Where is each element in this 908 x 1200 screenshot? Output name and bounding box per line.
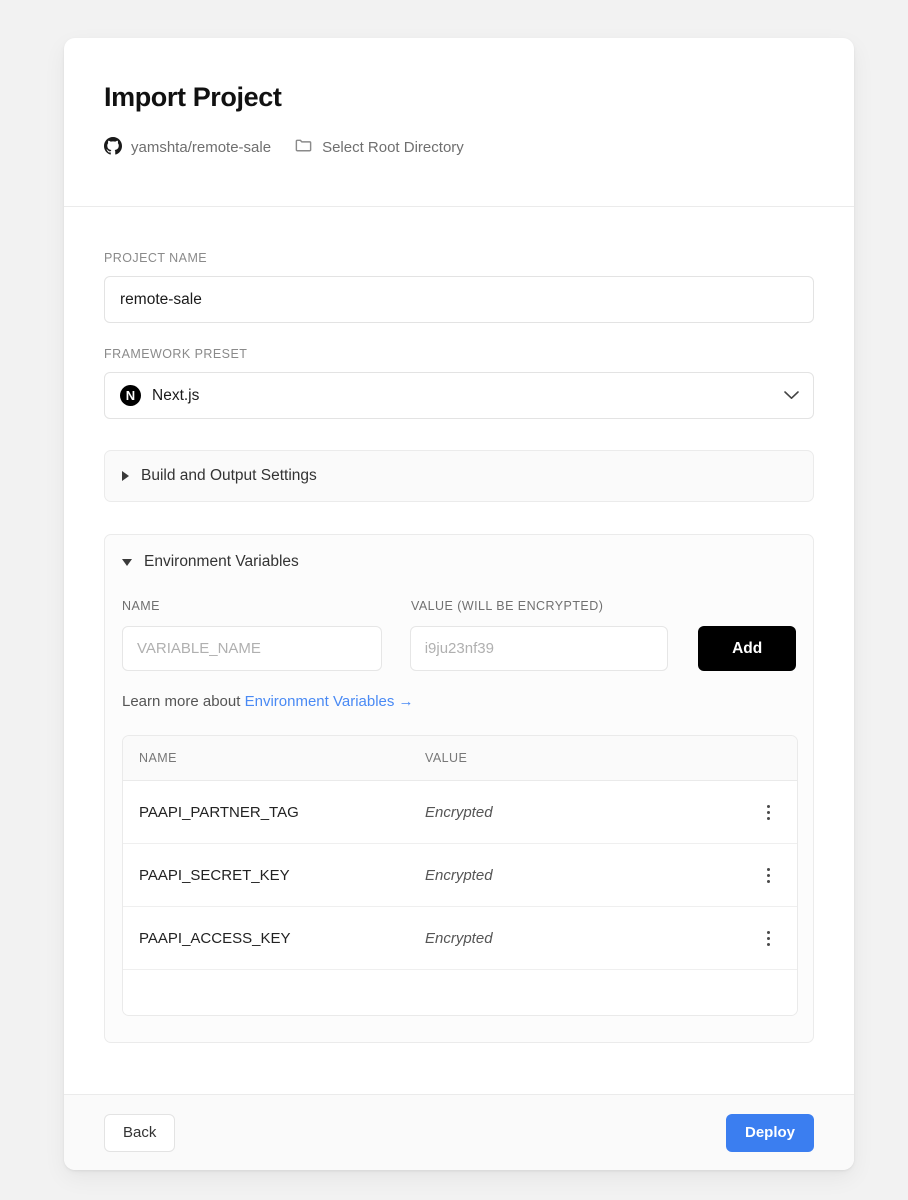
env-row-name: PAAPI_SECRET_KEY: [139, 866, 290, 884]
breadcrumb: yamshta/remote-sale Select Root Director…: [104, 136, 814, 159]
project-name-input[interactable]: [104, 276, 814, 323]
env-row-name: PAAPI_ACCESS_KEY: [139, 929, 291, 947]
framework-preset-select[interactable]: N Next.js: [104, 372, 814, 419]
root-directory-label: Select Root Directory: [322, 139, 464, 156]
github-icon: [104, 136, 122, 159]
back-button[interactable]: Back: [104, 1113, 176, 1152]
nextjs-logo-letter: N: [125, 388, 136, 403]
kebab-menu-icon[interactable]: [755, 867, 781, 883]
env-value-column-header: VALUE (WILL BE ENCRYPTED): [411, 599, 604, 613]
environment-variables-header[interactable]: Environment Variables: [105, 535, 813, 589]
environment-variables-label: Environment Variables: [144, 553, 299, 570]
learn-more-row: Learn more about Environment Variables →: [122, 693, 796, 710]
build-output-settings-header[interactable]: Build and Output Settings: [105, 451, 813, 501]
env-name-column-header: NAME: [122, 599, 160, 613]
kebab-menu-icon[interactable]: [755, 930, 781, 946]
environment-variables-table: NAME VALUE PAAPI_PARTNER_TAG Encrypted P…: [122, 735, 798, 1016]
app-root: Import Project yamshta/remote-sale Selec…: [0, 0, 908, 1200]
env-input-row: Add: [122, 626, 796, 671]
folder-icon: [294, 136, 313, 159]
triangle-down-icon: [122, 558, 132, 566]
chevron-down-icon: [784, 387, 799, 405]
card-footer: Back Deploy: [64, 1094, 854, 1170]
framework-preset-value: Next.js: [152, 386, 200, 404]
build-output-settings-label: Build and Output Settings: [141, 467, 317, 484]
build-output-settings-panel[interactable]: Build and Output Settings: [104, 450, 814, 502]
env-row-value: Encrypted: [425, 803, 493, 821]
env-row-name: PAAPI_PARTNER_TAG: [139, 803, 299, 821]
repo-label: yamshta/remote-sale: [131, 139, 272, 156]
page-title: Import Project: [104, 82, 282, 112]
add-env-variable-button[interactable]: Add: [698, 626, 796, 671]
env-row-value: Encrypted: [425, 866, 493, 884]
framework-preset-label: FRAMEWORK PRESET: [104, 347, 248, 361]
root-directory-selector[interactable]: Select Root Directory: [294, 136, 464, 159]
table-header-value: VALUE: [425, 751, 468, 765]
table-row: PAAPI_PARTNER_TAG Encrypted: [123, 781, 797, 844]
environment-variables-body: NAME VALUE (WILL BE ENCRYPTED) Add Learn…: [105, 599, 813, 1016]
table-row: PAAPI_ACCESS_KEY Encrypted: [123, 907, 797, 970]
card-header: Import Project yamshta/remote-sale Selec…: [64, 38, 854, 207]
nextjs-logo-icon: N: [120, 385, 141, 406]
env-value-input[interactable]: [409, 626, 669, 671]
triangle-right-icon: [122, 471, 129, 481]
learn-more-text: Learn more about: [122, 693, 241, 710]
env-name-input[interactable]: [122, 626, 382, 671]
repo-link[interactable]: yamshta/remote-sale: [104, 136, 272, 159]
table-empty-filler: [123, 970, 797, 1015]
import-project-card: Import Project yamshta/remote-sale Selec…: [64, 38, 854, 1170]
env-input-column-headers: NAME VALUE (WILL BE ENCRYPTED): [122, 599, 796, 613]
environment-variables-link[interactable]: Environment Variables →: [245, 693, 414, 710]
deploy-button[interactable]: Deploy: [725, 1113, 814, 1152]
kebab-menu-icon[interactable]: [755, 804, 781, 820]
table-header-row: NAME VALUE: [123, 736, 797, 781]
table-row: PAAPI_SECRET_KEY Encrypted: [123, 844, 797, 907]
environment-variables-panel: Environment Variables NAME VALUE (WILL B…: [104, 534, 814, 1043]
project-name-label: PROJECT NAME: [104, 251, 208, 265]
card-body: PROJECT NAME FRAMEWORK PRESET N Next.js: [64, 207, 854, 1094]
table-header-name: NAME: [139, 751, 177, 765]
env-row-value: Encrypted: [425, 929, 493, 947]
